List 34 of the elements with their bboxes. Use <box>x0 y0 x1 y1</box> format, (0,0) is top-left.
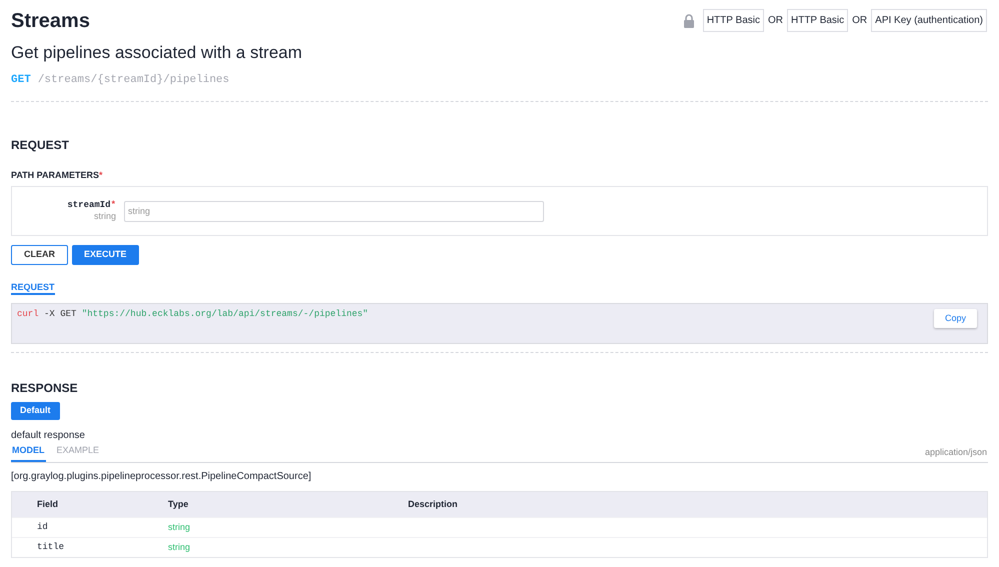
auth-scheme[interactable]: HTTP Basic <box>786 9 848 32</box>
auth-scheme[interactable]: HTTP Basic <box>702 9 764 32</box>
response-tab[interactable]: MODEL <box>11 444 46 462</box>
section-label: PATH PARAMETERS* <box>11 168 104 182</box>
parameter-name: streamId* <box>67 200 116 211</box>
status-button[interactable]: Default <box>11 402 60 420</box>
model-name: [org.graylog.plugins.pipelineprocessor.rest.PipelineCompactSource] <box>11 470 312 484</box>
or-separator: OR <box>852 14 868 28</box>
column-header: Field <box>36 498 60 510</box>
lock-icon <box>682 14 695 28</box>
response-tab[interactable]: EXAMPLE <box>56 444 100 462</box>
page-title: Streams <box>11 9 91 33</box>
or-separator: OR <box>768 14 783 28</box>
content-type: application/json <box>924 446 987 460</box>
auth-scheme[interactable]: API Key (authentication) <box>871 9 987 32</box>
section-heading: RESPONSE <box>11 380 79 397</box>
operation-summary: Get pipelines associated with a stream <box>11 42 302 64</box>
column-header: Type <box>168 498 190 511</box>
endpoint-path: /streams/{streamId}/pipelines <box>38 73 230 88</box>
clear-button[interactable]: CLEAR <box>11 245 68 265</box>
column-header: Description <box>408 498 459 511</box>
parameter-type: string <box>94 211 116 222</box>
execute-button[interactable]: EXECUTE <box>72 245 139 265</box>
table-cell-text: string <box>168 540 192 554</box>
input-field[interactable]: string <box>124 200 544 222</box>
table-cell-text: title <box>36 540 66 554</box>
response-description: default response <box>11 430 86 442</box>
request-tab[interactable]: REQUEST <box>11 282 55 295</box>
copy-button[interactable]: Copy <box>934 309 977 328</box>
section-heading: REQUEST <box>11 136 70 154</box>
curl-command: curl -X GET "https://hub.ecklabs.org/lab/api/streams/-/pipelines" <box>17 308 368 321</box>
http-method: GET <box>11 73 31 88</box>
table-cell-text: id <box>36 520 49 534</box>
table-cell-text: string <box>168 520 192 534</box>
